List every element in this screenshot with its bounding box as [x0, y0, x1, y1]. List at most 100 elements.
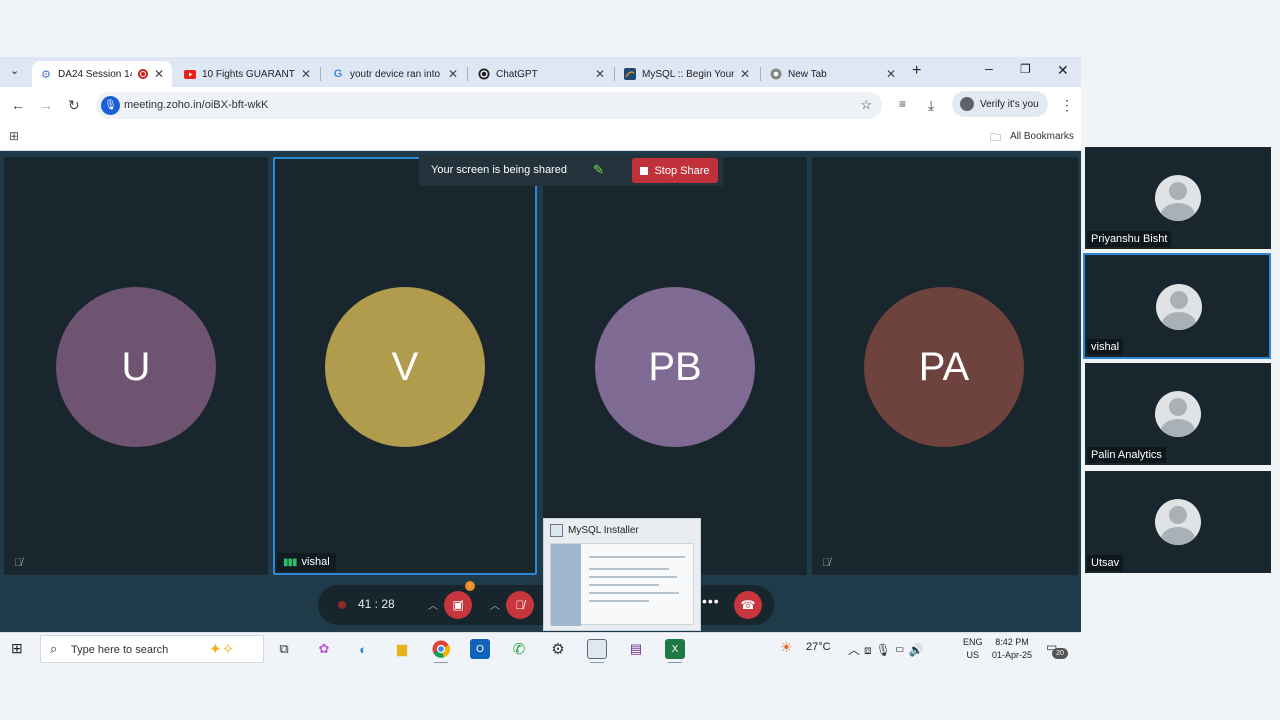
tab-label: MySQL :: Begin Your — [642, 68, 734, 80]
side-participant-vishal[interactable]: vishal — [1083, 253, 1271, 359]
camera-options-chevron-icon[interactable]: ︿ — [428, 597, 438, 612]
task-view-icon[interactable]: ⧉ — [274, 639, 294, 659]
stop-share-label: Stop Share — [654, 164, 710, 177]
close-window-icon[interactable]: ✕ — [1057, 62, 1069, 79]
excel-icon[interactable]: X — [665, 639, 685, 659]
new-tab-button[interactable]: + — [912, 62, 921, 80]
google-icon: G — [333, 68, 343, 80]
tab-new-tab[interactable]: New Tab ✕ — [762, 61, 904, 87]
tab-da24-session[interactable]: ⚙ DA24 Session 14 ✕ — [32, 61, 172, 87]
system-tray-icons[interactable]: ︿⧈🎙▭🔊 — [848, 641, 927, 658]
participant-tile-u[interactable]: U 🎙̸ — [4, 157, 268, 575]
taskbar-search-box[interactable]: ⌕ Type here to search ✦✧ — [40, 635, 264, 663]
menu-kebab-icon[interactable]: ⋮ — [1060, 97, 1074, 114]
more-options-icon[interactable]: ••• — [702, 593, 720, 609]
minimize-icon[interactable]: – — [985, 60, 993, 76]
close-tab-icon[interactable]: ✕ — [595, 67, 605, 81]
reload-icon[interactable]: ↻ — [68, 97, 80, 114]
tab-mysql[interactable]: MySQL :: Begin Your ✕ — [616, 61, 758, 87]
clock-time: 8:42 PM — [995, 637, 1029, 647]
all-bookmarks-link[interactable]: All Bookmarks — [1010, 131, 1074, 142]
mysql-icon — [624, 68, 636, 80]
microphone-access-icon[interactable]: 🎙 — [101, 96, 120, 115]
tab-google-search[interactable]: G youtr device ran into ✕ — [324, 61, 466, 87]
annotate-pen-icon[interactable]: ✎ — [593, 162, 604, 178]
taskbar-window-preview[interactable]: MySQL Installer — [543, 518, 701, 631]
participant-name-tag: ▮▮▮ vishal — [277, 553, 336, 571]
side-participant-name: Palin Analytics — [1087, 447, 1166, 463]
participant-tile-v[interactable]: V ▮▮▮ vishal — [273, 157, 537, 575]
close-tab-icon[interactable]: ✕ — [740, 67, 750, 81]
default-user-avatar-icon — [1155, 499, 1201, 545]
side-participant-priyanshu[interactable]: Priyanshu Bisht — [1085, 147, 1271, 249]
end-call-button[interactable]: ☎ — [734, 591, 762, 619]
weather-icon: ☀ — [780, 639, 793, 655]
url-text[interactable]: meeting.zoho.in/oiBX-bft-wkK — [124, 99, 268, 111]
side-participant-name: Priyanshu Bisht — [1087, 231, 1172, 247]
tab-chatgpt[interactable]: ChatGPT ✕ — [470, 61, 613, 87]
participant-avatar: V — [325, 287, 485, 447]
tab-label: youtr device ran into — [350, 68, 441, 80]
recording-dot-icon — [338, 601, 346, 609]
download-icon[interactable]: ⤓ — [928, 97, 934, 114]
mysql-installer-taskbar-icon[interactable] — [587, 639, 607, 659]
chrome-taskbar-icon[interactable] — [431, 639, 451, 659]
settings-gear-icon[interactable]: ⚙ — [548, 639, 568, 659]
close-tab-icon[interactable]: ✕ — [154, 67, 164, 81]
restore-icon[interactable]: ❐ — [1020, 62, 1031, 76]
taskbar-clock[interactable]: 8:42 PM 01-Apr-25 — [992, 636, 1032, 662]
winrar-icon[interactable]: ▤ — [626, 639, 646, 659]
copilot-sparkle-icon: ✦✧ — [209, 641, 235, 658]
weather-temp[interactable]: 27°C — [806, 641, 831, 653]
preview-window-title: MySQL Installer — [568, 525, 639, 536]
youtube-icon — [184, 68, 196, 80]
side-participant-utsav[interactable]: Utsav — [1085, 471, 1271, 573]
browser-toolbar: ← → ↻ 🎙 meeting.zoho.in/oiBX-bft-wkK ☆ ≡… — [0, 87, 1081, 123]
tab-youtube[interactable]: 10 Fights GUARANTE ✕ — [176, 61, 319, 87]
profile-avatar-icon — [960, 97, 974, 111]
apps-grid-icon[interactable]: ⊞ — [9, 129, 19, 143]
default-user-avatar-icon — [1155, 391, 1201, 437]
edge-icon[interactable]: ◐ — [353, 639, 373, 659]
tab-search-chevron-icon[interactable]: ⌄ — [10, 64, 19, 77]
windows-start-icon[interactable]: ⊞ — [11, 640, 23, 657]
language-indicator[interactable]: ENG US — [963, 636, 983, 662]
default-user-avatar-icon — [1156, 284, 1202, 330]
file-explorer-icon[interactable]: ▆ — [392, 639, 412, 659]
mic-muted-icon: 🎙̸ — [14, 557, 23, 569]
meeting-timer: 41 : 28 — [358, 597, 395, 611]
participant-tile-pb[interactable]: PB — [543, 157, 807, 575]
forward-icon[interactable]: → — [39, 97, 53, 113]
recording-icon — [137, 69, 148, 79]
tab-search-icon[interactable]: ≡ — [899, 97, 906, 111]
keyboard-region: US — [966, 650, 980, 660]
verify-profile-button[interactable]: Verify it's you — [952, 91, 1048, 117]
back-icon[interactable]: ← — [11, 97, 25, 113]
address-bar[interactable]: 🎙 meeting.zoho.in/oiBX-bft-wkK ☆ — [96, 92, 882, 119]
participant-tile-pa[interactable]: PA 🎙̸ — [812, 157, 1078, 575]
close-tab-icon[interactable]: ✕ — [886, 67, 896, 81]
mysql-installer-icon — [550, 524, 563, 537]
verify-label: Verify it's you — [980, 98, 1039, 110]
side-participant-name: vishal — [1087, 339, 1124, 355]
participant-avatar: U — [56, 287, 216, 447]
mic-muted-icon: 🎙̸ — [822, 557, 831, 569]
close-tab-icon[interactable]: ✕ — [301, 67, 311, 81]
whatsapp-icon[interactable]: ✆ — [509, 639, 529, 659]
search-icon: ⌕ — [50, 641, 58, 656]
mic-options-chevron-icon[interactable]: ︿ — [490, 597, 500, 612]
browser-window: ⌄ ⚙ DA24 Session 14 ✕ 10 Fights GUARANTE… — [0, 57, 1081, 663]
camera-off-button[interactable]: ▣̸ — [444, 591, 472, 619]
side-participant-palin[interactable]: Palin Analytics — [1085, 363, 1271, 465]
zoho-gear-icon: ⚙ — [41, 68, 51, 81]
outlook-icon[interactable]: O — [470, 639, 490, 659]
participant-name: vishal — [301, 556, 330, 568]
tab-label: 10 Fights GUARANTE — [202, 68, 295, 80]
mic-off-button[interactable]: 🎙̸ — [506, 591, 534, 619]
search-placeholder: Type here to search — [71, 644, 169, 656]
close-tab-icon[interactable]: ✕ — [448, 67, 458, 81]
stop-share-button[interactable]: Stop Share — [632, 158, 718, 183]
bookmark-star-icon[interactable]: ☆ — [860, 97, 872, 113]
copilot-icon[interactable]: ✿ — [314, 639, 334, 659]
preview-thumbnail — [550, 543, 694, 626]
